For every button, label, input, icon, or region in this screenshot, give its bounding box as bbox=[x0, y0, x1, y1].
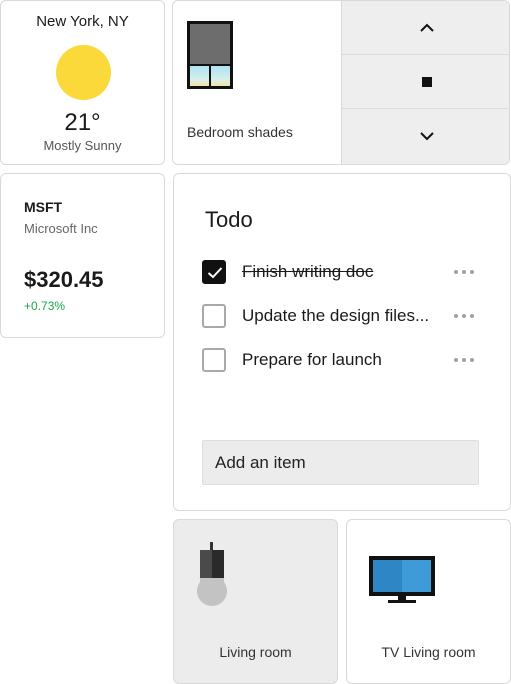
todo-checkbox[interactable] bbox=[202, 260, 226, 284]
weather-card[interactable]: New York, NY 21° Mostly Sunny bbox=[0, 0, 165, 165]
stock-ticker: MSFT bbox=[24, 199, 63, 215]
shade-up-button[interactable] bbox=[342, 1, 509, 55]
todo-title: Todo bbox=[205, 207, 253, 232]
light-bulb-icon bbox=[197, 542, 227, 606]
weather-temperature: 21° bbox=[64, 109, 101, 136]
todo-item: Prepare for launch bbox=[202, 348, 482, 374]
todo-item-text: Finish writing doc bbox=[242, 262, 374, 281]
shades-label: Bedroom shades bbox=[187, 124, 293, 140]
more-options-icon[interactable] bbox=[454, 270, 474, 274]
weather-condition: Mostly Sunny bbox=[43, 138, 122, 153]
shades-tile[interactable]: Bedroom shades bbox=[173, 1, 341, 164]
todo-card: Todo Finish writing doc Update the desig… bbox=[173, 173, 511, 511]
todo-item: Update the design files... bbox=[202, 304, 482, 330]
todo-item-text: Prepare for launch bbox=[242, 350, 382, 369]
shades-card: Bedroom shades bbox=[172, 0, 510, 165]
chevron-up-icon bbox=[419, 23, 434, 32]
todo-item: Finish writing doc bbox=[202, 260, 482, 286]
todo-checkbox[interactable] bbox=[202, 348, 226, 372]
weather-city: New York, NY bbox=[36, 13, 129, 30]
todo-item-text: Update the design files... bbox=[242, 306, 430, 325]
tv-icon bbox=[369, 556, 435, 603]
tv-living-room-tile[interactable]: TV Living room bbox=[346, 519, 511, 684]
sun-icon bbox=[56, 45, 111, 100]
stock-price: $320.45 bbox=[24, 267, 104, 292]
todo-checkbox[interactable] bbox=[202, 304, 226, 328]
stock-card[interactable]: MSFT Microsoft Inc $320.45 +0.73% bbox=[0, 173, 165, 338]
chevron-down-icon bbox=[419, 132, 434, 141]
shade-controls bbox=[341, 1, 509, 164]
living-room-label: Living room bbox=[219, 644, 292, 660]
living-room-tile[interactable]: Living room bbox=[173, 519, 338, 684]
tv-living-room-label: TV Living room bbox=[381, 644, 476, 660]
more-options-icon[interactable] bbox=[454, 314, 474, 318]
stop-icon bbox=[421, 76, 432, 87]
stock-company: Microsoft Inc bbox=[24, 221, 98, 236]
checkmark-icon bbox=[207, 267, 223, 279]
shade-down-button[interactable] bbox=[342, 109, 509, 163]
window-shade-icon bbox=[187, 21, 233, 89]
add-item-input[interactable]: Add an item bbox=[202, 440, 479, 485]
shade-stop-button[interactable] bbox=[342, 55, 509, 109]
stock-change: +0.73% bbox=[24, 299, 66, 313]
more-options-icon[interactable] bbox=[454, 358, 474, 362]
